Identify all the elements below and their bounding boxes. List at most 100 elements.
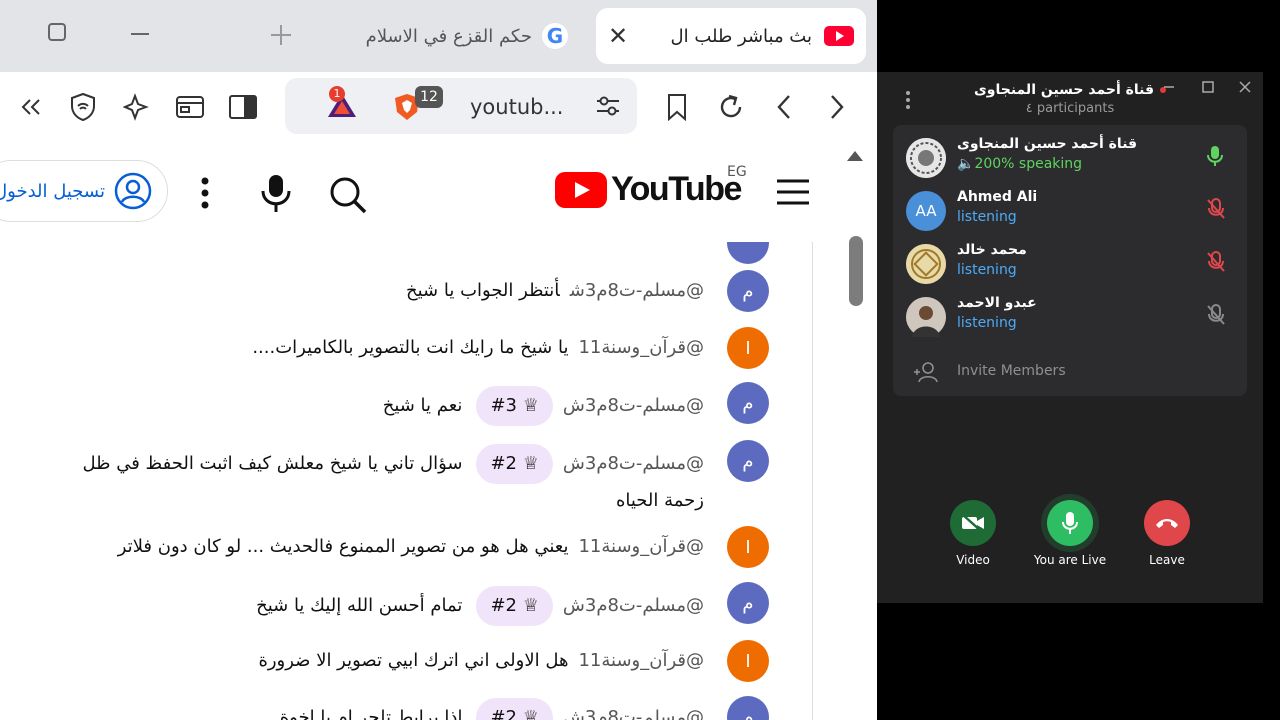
chat-author[interactable]: @قرآن_وسنة11 [578, 536, 704, 557]
leave-label: Leave [1149, 553, 1185, 567]
more-tools-icon[interactable] [14, 90, 48, 124]
crown-icon: ♕ [522, 453, 539, 474]
avatar: I [727, 526, 769, 568]
crown-icon: ♕ [522, 707, 539, 720]
close-icon[interactable] [1239, 78, 1251, 97]
participant-status: 🔈200% speaking [957, 156, 1083, 172]
rewards-triangle-icon[interactable]: 1 [325, 86, 359, 124]
avatar: AA [906, 191, 946, 231]
invite-members-button[interactable]: Invite Members [957, 363, 1066, 379]
scroll-up-arrow-icon[interactable] [847, 151, 863, 161]
address-bar[interactable]: 1 12 youtub... [285, 78, 637, 134]
participant-name: محمد خالد [957, 242, 1027, 258]
ai-sparkle-icon[interactable] [120, 90, 154, 124]
chat-text: نعم يا شيخ [382, 395, 463, 416]
country-code: EG [727, 164, 747, 180]
tab-title: حكم القزع في الاسلام [365, 25, 532, 47]
new-tab-button[interactable] [270, 24, 292, 52]
tab-inactive[interactable]: G حكم القزع في الاسلام [310, 8, 580, 64]
add-user-icon[interactable] [913, 361, 939, 387]
video-off-icon [962, 514, 984, 532]
participant-status: listening [957, 315, 1017, 331]
google-favicon-icon: G [542, 23, 568, 49]
youtube-logo[interactable]: YouTube EG [555, 164, 747, 209]
minimize-icon[interactable] [1163, 78, 1175, 97]
site-settings-icon[interactable] [595, 94, 621, 122]
youtube-logo-text: YouTube [611, 170, 742, 208]
badge-number: #2 [490, 453, 517, 474]
bookmark-icon[interactable] [660, 90, 694, 124]
avatar: م [727, 440, 769, 482]
hamburger-menu-icon[interactable] [776, 178, 810, 210]
chat-text: تمام أحسن الله إليك يا شيخ [256, 595, 463, 616]
participants-list: قناة أحمد حسين المنجاوى 🔈200% speaking A… [893, 125, 1247, 396]
voice-chat-title: قناة أحمد حسين المنجاوى [973, 82, 1155, 98]
youtube-play-icon [555, 171, 607, 208]
avatar: م [727, 696, 769, 720]
wallet-icon[interactable] [173, 90, 207, 124]
chat-text: يا شيخ ما رايك انت بالتصوير بالكاميرات..… [252, 337, 569, 358]
participant-status: listening [957, 209, 1017, 225]
participant-row[interactable]: AA Ahmed Ali listening [893, 184, 1247, 236]
reload-icon[interactable] [714, 90, 748, 124]
mic-icon [1062, 512, 1078, 534]
tab-active[interactable]: بث مباشر طلب ال ✕ [596, 8, 866, 64]
shields-count-badge: 12 [415, 86, 443, 108]
crown-icon: ♕ [522, 595, 539, 616]
sidebar-toggle-icon[interactable] [226, 90, 260, 124]
tab-bar: G حكم القزع في الاسلام بث مباشر طلب ال ✕ [0, 0, 877, 72]
video-button[interactable] [950, 500, 996, 546]
maximize-icon[interactable] [1202, 78, 1214, 97]
rewards-badge: 1 [329, 86, 345, 102]
youtube-favicon-icon [824, 26, 854, 46]
avatar [727, 242, 769, 264]
participant-row[interactable]: قناة أحمد حسين المنجاوى 🔈200% speaking [893, 131, 1247, 183]
hang-up-icon [1156, 519, 1178, 528]
member-badge: #2 ♕ [476, 698, 553, 720]
leave-button[interactable] [1144, 500, 1190, 546]
chat-author[interactable]: @مسلم-ت8م3ش [563, 395, 704, 416]
chat-author[interactable]: @مسلم-ت8م3ش [563, 453, 704, 474]
forward-icon[interactable] [820, 90, 854, 124]
avatar: م [727, 582, 769, 624]
voice-search-icon[interactable] [258, 172, 294, 218]
avatar: I [727, 327, 769, 369]
url-text[interactable]: youtub... [470, 95, 564, 119]
youtube-header: تسجيل الدخول YouTube EG [0, 142, 877, 242]
restore-window-button[interactable] [48, 22, 66, 47]
avatar [906, 297, 946, 337]
page-scrollbar[interactable] [849, 236, 863, 306]
chat-author[interactable]: @قرآن_وسنة11 [578, 337, 704, 358]
chat-message: @مسلم-ت8م3ش #2 ♕ اذا يرابط تلجر ام يا اخوة [280, 698, 704, 720]
avatar: I [727, 640, 769, 682]
brave-shields-icon[interactable]: 12 [393, 86, 443, 126]
participant-status: listening [957, 262, 1017, 278]
more-options-icon[interactable] [196, 176, 214, 214]
mic-live-button[interactable] [1047, 500, 1093, 546]
mic-active-icon [1207, 145, 1223, 171]
voice-chat-window: قناة أحمد حسين المنجاوى ٤ participants ق… [877, 72, 1263, 603]
participant-row[interactable]: محمد خالد listening [893, 237, 1247, 289]
sign-in-button[interactable]: تسجيل الدخول [0, 160, 168, 222]
tab-title: بث مباشر طلب ال [670, 25, 812, 47]
badge-number: #2 [490, 595, 517, 616]
back-icon[interactable] [767, 90, 801, 124]
participants-count: ٤ participants [1025, 101, 1115, 116]
vpn-shield-icon[interactable] [66, 90, 100, 124]
participant-row[interactable]: عبدو الاحمد listening [893, 290, 1247, 342]
chat-author[interactable]: @قرآن_وسنة11 [578, 650, 704, 671]
badge-number: #3 [490, 395, 517, 416]
chat-author[interactable]: @مسلم-ت8م3ش [563, 707, 704, 720]
member-badge: #3 ♕ [476, 386, 553, 426]
member-badge: #2 ♕ [476, 444, 553, 484]
chat-text: هل الاولى اني اترك ابيي تصوير الا ضرورة [258, 650, 569, 671]
close-tab-icon[interactable]: ✕ [608, 22, 628, 50]
speaker-volume-icon: 🔈 [957, 156, 975, 172]
chat-author[interactable]: @مسلم-ت8م3ش [570, 280, 704, 301]
minimize-window-button[interactable] [130, 24, 150, 50]
chat-message: @مسلم-ت8م3ش أنتظر الجواب يا شيخ [406, 274, 704, 308]
chat-author[interactable]: @مسلم-ت8م3ش [563, 595, 704, 616]
search-icon[interactable] [328, 175, 368, 219]
live-label: You are Live [1033, 553, 1107, 567]
avatar [906, 138, 946, 178]
